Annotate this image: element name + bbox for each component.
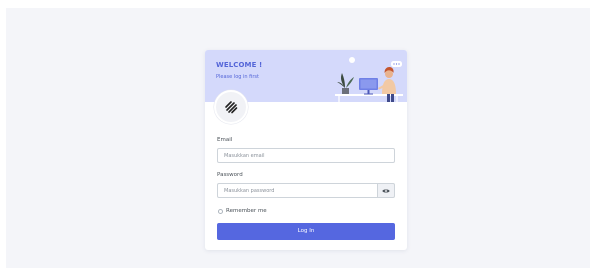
password-label: Password: [217, 172, 243, 178]
person-at-desk-illustration: [335, 57, 403, 102]
remember-me-checkbox[interactable]: [218, 209, 223, 214]
login-card: WELCOME ! Please log in first Email Masu…: [205, 50, 407, 250]
password-field[interactable]: [217, 183, 378, 198]
welcome-title: WELCOME !: [216, 61, 263, 69]
email-label: Email: [217, 137, 233, 143]
logo-badge: [214, 90, 248, 124]
login-button[interactable]: Log In: [217, 223, 395, 240]
eye-icon: [382, 188, 390, 193]
remember-me-label[interactable]: Remember me: [226, 208, 267, 214]
show-password-button[interactable]: [378, 183, 395, 198]
email-field[interactable]: [217, 148, 395, 163]
welcome-subtitle: Please log in first: [216, 74, 259, 80]
hatched-logo-icon: [225, 101, 238, 114]
